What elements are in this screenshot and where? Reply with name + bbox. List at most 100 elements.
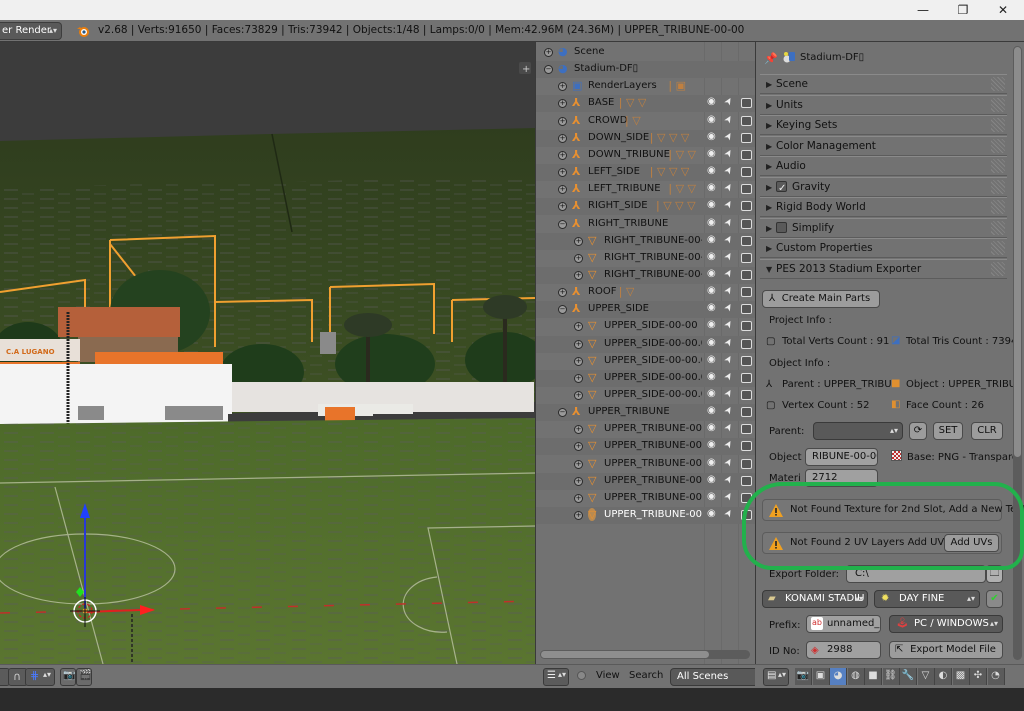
expand-toggle-icon[interactable]: + [574, 356, 583, 366]
expand-toggle-icon[interactable]: + [574, 425, 583, 435]
render-opengl-button[interactable]: 📷 [60, 668, 76, 686]
visibility-eye-icon[interactable]: ◉ [707, 319, 716, 330]
selectable-cursor-icon[interactable]: ➤ [722, 353, 736, 366]
selectable-cursor-icon[interactable]: ➤ [722, 490, 736, 503]
renderable-camera-icon[interactable] [741, 218, 752, 229]
panel-drag-grip-icon[interactable] [991, 241, 1005, 255]
editor-type-select[interactable]: ▤ ▴▾ [763, 668, 789, 686]
panel-rigid-body-world[interactable]: ▶ Rigid Body World [760, 197, 1007, 217]
outliner-item[interactable]: + ▽ RIGHT_TRIBUNE-00-00 ◉ ➤ [536, 266, 755, 284]
collapse-toggle-icon[interactable]: − [544, 65, 553, 75]
renderable-camera-icon[interactable] [741, 167, 752, 178]
outliner-item[interactable]: + ⅄ RIGHT_SIDE | ▽ ▽ ▽ ◉ ➤ [536, 198, 755, 216]
selectable-cursor-icon[interactable]: ➤ [722, 113, 736, 126]
tab-world[interactable]: ◍ [847, 668, 865, 685]
selectable-cursor-icon[interactable]: ➤ [722, 233, 736, 246]
selectable-cursor-icon[interactable]: ➤ [722, 198, 736, 211]
collapse-toggle-icon[interactable]: − [558, 408, 567, 418]
panel-drag-grip-icon[interactable] [991, 118, 1005, 132]
outliner-item[interactable]: + ▽ UPPER_TRIBUNE-00- ◉ ➤ [536, 421, 755, 438]
tab-data[interactable]: ▽ [917, 668, 935, 685]
export-folder-field[interactable]: C:\ [846, 565, 986, 583]
renderable-camera-icon[interactable] [741, 115, 752, 126]
selectable-cursor-icon[interactable]: ➤ [722, 507, 736, 520]
material-field[interactable]: 2712 [805, 469, 878, 487]
outliner-item[interactable]: − ⅄ RIGHT_TRIBUNE ◉ ➤ [536, 216, 755, 233]
selectable-cursor-icon[interactable]: ➤ [722, 336, 736, 349]
renderable-camera-icon[interactable] [741, 510, 752, 521]
renderable-camera-icon[interactable] [741, 252, 752, 263]
visibility-eye-icon[interactable]: ◉ [707, 474, 716, 485]
renderable-camera-icon[interactable] [741, 458, 752, 469]
expand-toggle-icon[interactable]: + [574, 253, 583, 263]
visibility-eye-icon[interactable]: ◉ [707, 96, 716, 107]
visibility-eye-icon[interactable]: ◉ [707, 165, 716, 176]
expand-toggle-icon[interactable]: + [558, 82, 567, 92]
platform-select[interactable]: 🕹 PC / WINDOWS ▴▾ [889, 615, 1003, 633]
panel-pes-2013-stadium-exporter[interactable]: ▼ PES 2013 Stadium Exporter [760, 258, 1007, 279]
renderable-camera-icon[interactable] [741, 304, 752, 315]
browse-folder-button[interactable]: 🗀 [986, 565, 1003, 583]
panel-drag-grip-icon[interactable] [991, 138, 1005, 153]
panel-gravity[interactable]: ▶ Gravity [760, 176, 1007, 198]
selectable-cursor-icon[interactable]: ➤ [722, 421, 736, 434]
outliner-item[interactable]: + ⅄ BASE | ▽ ▽ ◉ ➤ [536, 95, 755, 113]
renderable-camera-icon[interactable] [741, 492, 752, 503]
visibility-eye-icon[interactable]: ◉ [707, 422, 716, 433]
visibility-eye-icon[interactable]: ◉ [707, 439, 716, 450]
outliner-item[interactable]: + ▽ UPPER_TRIBUNE-00-.0 ◉ ➤ [536, 472, 755, 490]
3d-viewport[interactable]: C.A LUGANO + [0, 42, 535, 664]
renderable-camera-icon[interactable] [741, 372, 752, 383]
tab-particles[interactable]: ✣ [970, 668, 987, 685]
weather-select[interactable]: ✹ DAY FINE ▴▾ [874, 590, 980, 608]
outliner-item[interactable]: + ▽ UPPER_TRIBUNE-00-.0 ◉ ➤ [536, 456, 755, 473]
set-parent-button[interactable]: SET [933, 422, 963, 440]
panel-audio[interactable]: ▶ Audio [760, 156, 1007, 176]
outliner-item[interactable]: + ▽ UPPER_TRIBUNE-00-.0 ◉ ➤ [536, 438, 755, 456]
collapse-menus-icon[interactable] [577, 671, 586, 680]
renderable-camera-icon[interactable] [741, 98, 752, 109]
renderable-camera-icon[interactable] [741, 390, 752, 400]
renderable-camera-icon[interactable] [741, 407, 752, 418]
panel-scene[interactable]: ▶ Scene [760, 74, 1007, 94]
visibility-eye-icon[interactable]: ◉ [707, 182, 716, 193]
visibility-eye-icon[interactable]: ◉ [707, 268, 716, 279]
panel-simplify[interactable]: ▶ Simplify [760, 217, 1007, 238]
expand-toggle-icon[interactable]: + [574, 476, 583, 486]
selectable-cursor-icon[interactable]: ➤ [722, 216, 736, 229]
visibility-eye-icon[interactable]: ◉ [707, 508, 716, 519]
panel-drag-grip-icon[interactable] [991, 97, 1005, 112]
tab-render[interactable]: 📷 [795, 668, 812, 685]
render-animation-button[interactable]: 🎬 [76, 668, 92, 686]
id-number-field[interactable]: ◈ 2988 [806, 641, 881, 659]
object-name-field[interactable]: RIBUNE-00-00 [805, 448, 878, 466]
expand-toggle-icon[interactable]: + [558, 99, 567, 109]
selectable-cursor-icon[interactable]: ➤ [722, 387, 736, 400]
tab-texture[interactable]: ▩ [952, 668, 970, 685]
visibility-eye-icon[interactable]: ◉ [707, 217, 716, 228]
tab-physics[interactable]: ◔ [987, 668, 1005, 685]
tab-material[interactable]: ◐ [935, 668, 952, 685]
panel-drag-grip-icon[interactable] [991, 261, 1005, 276]
selectable-cursor-icon[interactable]: ➤ [722, 473, 736, 486]
outliner-item[interactable]: + ⅄ CROWD | ▽ ◉ ➤ [536, 113, 755, 130]
outliner-item[interactable]: + ▽ UPPER_SIDE-00-00.004 ◉ ➤ [536, 387, 755, 404]
expand-toggle-icon[interactable]: + [558, 202, 567, 212]
export-model-file-button[interactable]: ⇱ Export Model File [889, 641, 1003, 659]
outliner-item[interactable]: + ▽ RIGHT_TRIBUNE-00-.00 ◉ ➤ [536, 250, 755, 267]
renderable-camera-icon[interactable] [741, 355, 752, 366]
visibility-eye-icon[interactable]: ◉ [707, 405, 716, 416]
outliner-item[interactable]: + ▣ RenderLayers | ▣ [536, 78, 755, 95]
parent-select[interactable]: ▴▾ [813, 422, 903, 440]
tab-modifiers[interactable]: 🔧 [900, 668, 917, 685]
gravity-checkbox[interactable] [776, 179, 787, 198]
panel-drag-grip-icon[interactable] [991, 77, 1005, 91]
renderable-camera-icon[interactable] [741, 475, 752, 486]
renderable-camera-icon[interactable] [741, 149, 752, 160]
selectable-cursor-icon[interactable]: ➤ [722, 439, 736, 452]
outliner-item[interactable]: + ▽ UPPER_SIDE-00-00.003 ◉ ➤ [536, 369, 755, 387]
search-menu[interactable]: Search [629, 670, 663, 681]
visibility-eye-icon[interactable]: ◉ [707, 199, 716, 210]
visibility-eye-icon[interactable]: ◉ [707, 491, 716, 502]
panel-keying-sets[interactable]: ▶ Keying Sets [760, 115, 1007, 135]
